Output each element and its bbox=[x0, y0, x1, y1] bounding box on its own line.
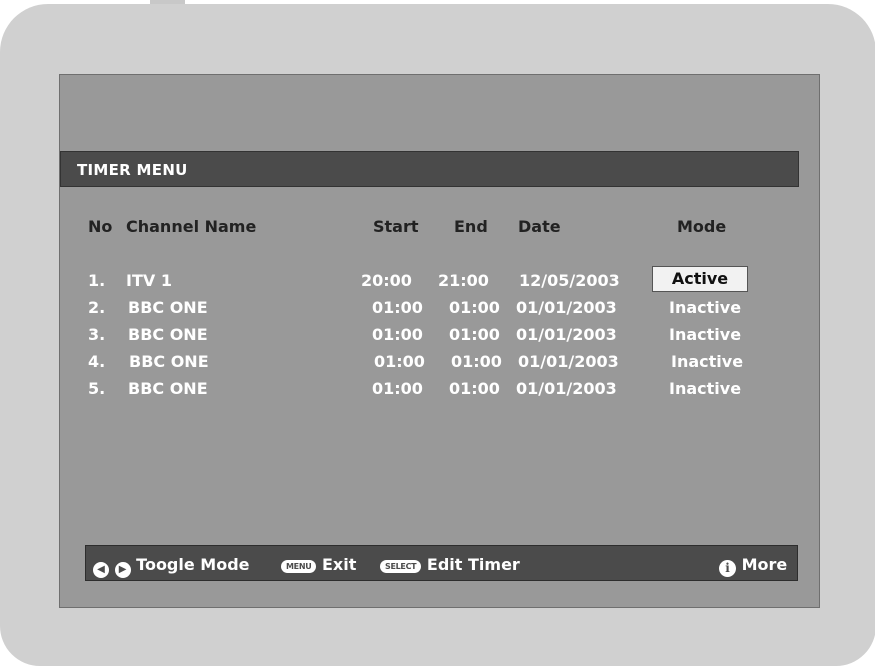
row-number: 1. bbox=[88, 271, 106, 290]
row-number: 5. bbox=[88, 379, 106, 398]
row-end: 01:00 bbox=[449, 325, 500, 344]
row-number: 3. bbox=[88, 325, 106, 344]
row-start: 01:00 bbox=[372, 379, 423, 398]
timer-menu-screen: TIMER MENU No Channel Name Start End Dat… bbox=[59, 74, 820, 608]
row-end: 01:00 bbox=[451, 352, 502, 371]
row-end: 01:00 bbox=[449, 298, 500, 317]
row-channel: BBC ONE bbox=[128, 379, 208, 398]
row-start: 01:00 bbox=[374, 352, 425, 371]
row-mode[interactable]: Inactive bbox=[669, 379, 741, 398]
row-number: 4. bbox=[88, 352, 106, 371]
row-start: 01:00 bbox=[372, 325, 423, 344]
left-arrow-icon[interactable]: ◀ bbox=[93, 562, 109, 578]
right-arrow-icon[interactable]: ▶ bbox=[114, 562, 131, 578]
row-channel: BBC ONE bbox=[129, 352, 209, 371]
col-header-no: No bbox=[88, 217, 113, 236]
timer-row-3[interactable]: 3. BBC ONE 01:00 01:00 01/01/2003 Inacti… bbox=[60, 325, 819, 349]
select-button-icon[interactable]: SELECT bbox=[380, 560, 422, 573]
exit-label: Exit bbox=[322, 555, 357, 574]
info-icon[interactable]: i bbox=[719, 560, 736, 577]
col-header-start: Start bbox=[373, 217, 419, 236]
row-mode-toggle[interactable]: Active bbox=[652, 266, 748, 292]
edit-timer-hint[interactable]: SELECT Edit Timer bbox=[380, 555, 520, 574]
exit-hint[interactable]: MENU Exit bbox=[281, 555, 356, 574]
row-channel: BBC ONE bbox=[128, 298, 208, 317]
timer-row-4[interactable]: 4. BBC ONE 01:00 01:00 01/01/2003 Inacti… bbox=[60, 352, 819, 376]
row-date: 12/05/2003 bbox=[519, 271, 620, 290]
toggle-mode-label: Toogle Mode bbox=[136, 555, 250, 574]
edit-timer-label: Edit Timer bbox=[426, 555, 520, 574]
help-bar: ◀ ▶ Toogle Mode MENU Exit SELECT Edit Ti… bbox=[85, 545, 798, 581]
more-label: More bbox=[741, 555, 788, 574]
col-header-channel: Channel Name bbox=[126, 217, 257, 236]
tv-bezel: TIMER MENU No Channel Name Start End Dat… bbox=[0, 4, 875, 666]
row-mode[interactable]: Inactive bbox=[671, 352, 743, 371]
row-end: 01:00 bbox=[449, 379, 500, 398]
row-date: 01/01/2003 bbox=[516, 379, 617, 398]
row-mode[interactable]: Inactive bbox=[669, 325, 741, 344]
row-channel: BBC ONE bbox=[128, 325, 208, 344]
timer-row-2[interactable]: 2. BBC ONE 01:00 01:00 01/01/2003 Inacti… bbox=[60, 298, 819, 322]
row-date: 01/01/2003 bbox=[518, 352, 619, 371]
col-header-date: Date bbox=[518, 217, 561, 236]
title-bar: TIMER MENU bbox=[60, 151, 799, 187]
row-channel: ITV 1 bbox=[126, 271, 172, 290]
page-title: TIMER MENU bbox=[77, 161, 188, 179]
row-start: 20:00 bbox=[361, 271, 412, 290]
menu-button-icon[interactable]: MENU bbox=[281, 560, 317, 573]
col-header-mode: Mode bbox=[677, 217, 727, 236]
row-start: 01:00 bbox=[372, 298, 423, 317]
timer-row-1[interactable]: 1. ITV 1 20:00 21:00 12/05/2003 Active bbox=[60, 266, 819, 295]
col-header-end: End bbox=[454, 217, 488, 236]
row-date: 01/01/2003 bbox=[516, 325, 617, 344]
more-hint[interactable]: i More bbox=[719, 555, 787, 577]
row-mode[interactable]: Inactive bbox=[669, 298, 741, 317]
row-date: 01/01/2003 bbox=[516, 298, 617, 317]
toggle-mode-hint[interactable]: ◀ ▶ Toogle Mode bbox=[93, 555, 250, 578]
row-number: 2. bbox=[88, 298, 106, 317]
timer-row-5[interactable]: 5. BBC ONE 01:00 01:00 01/01/2003 Inacti… bbox=[60, 379, 819, 403]
row-end: 21:00 bbox=[438, 271, 489, 290]
